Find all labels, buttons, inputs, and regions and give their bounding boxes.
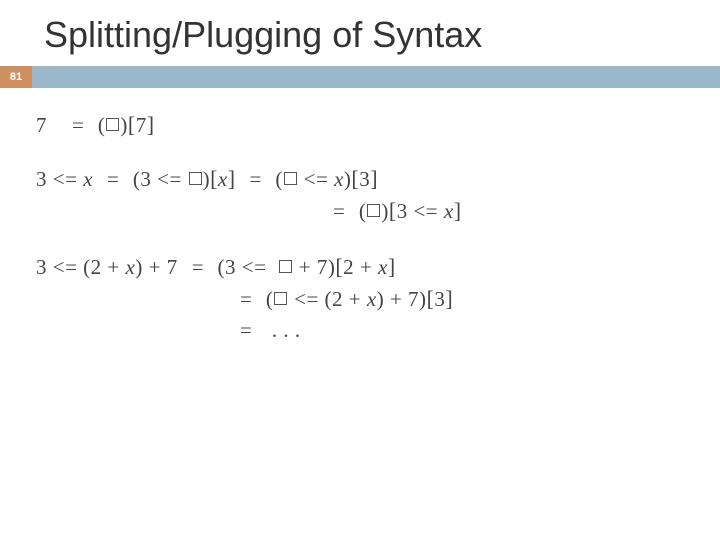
hole-icon: [284, 172, 297, 185]
lhs: 3 <= (2 + x) + 7: [36, 255, 178, 280]
lhs: 3 <= x: [36, 167, 93, 192]
equals-sign: =: [93, 167, 133, 192]
rhs: (3 <= + 7)[2 + x]: [218, 254, 396, 280]
rhs: ( <= (2 + x) + 7)[3]: [266, 286, 453, 312]
equals-sign: =: [319, 199, 359, 224]
hole-icon: [274, 292, 287, 305]
slide-title: Splitting/Plugging of Syntax: [0, 0, 720, 66]
hole-icon: [189, 172, 202, 185]
equation-row: 3 <= (2 + x) + 7 = (3 <= + 7)[2 + x]: [36, 254, 684, 280]
lhs: 7: [36, 113, 64, 138]
header-bar: 81: [0, 66, 720, 88]
hole-icon: [106, 118, 119, 131]
equals-sign: =: [236, 167, 276, 192]
equation-row: 3 <= x = (3 <= )[x] = ( <= x)[3]: [36, 166, 684, 192]
mid: (3 <= )[x]: [133, 166, 236, 192]
equals-sign: =: [64, 113, 92, 138]
equation-row: 7 = ()[7]: [36, 112, 684, 138]
slide-content: 7 = ()[7] 3 <= x = (3 <= )[x] = ( <= x)[…: [0, 88, 720, 343]
equation-block-1: 7 = ()[7]: [36, 112, 684, 138]
rhs: ()[7]: [92, 112, 155, 138]
equation-row-cont: = . . .: [36, 318, 684, 343]
hole-icon: [279, 260, 292, 273]
equation-row-cont: = ( <= (2 + x) + 7)[3]: [36, 286, 684, 312]
ellipsis: . . .: [266, 318, 301, 343]
equals-sign: =: [226, 318, 266, 343]
equals-sign: =: [226, 287, 266, 312]
rhs: ( <= x)[3]: [275, 166, 378, 192]
hole-icon: [367, 204, 380, 217]
rhs: ()[3 <= x]: [359, 198, 462, 224]
page-number-badge: 81: [0, 66, 32, 88]
equals-sign: =: [178, 255, 218, 280]
equation-row-cont: = ()[3 <= x]: [36, 198, 684, 224]
equation-block-3: 3 <= (2 + x) + 7 = (3 <= + 7)[2 + x] = (…: [36, 254, 684, 343]
equation-block-2: 3 <= x = (3 <= )[x] = ( <= x)[3] = ()[3 …: [36, 166, 684, 224]
